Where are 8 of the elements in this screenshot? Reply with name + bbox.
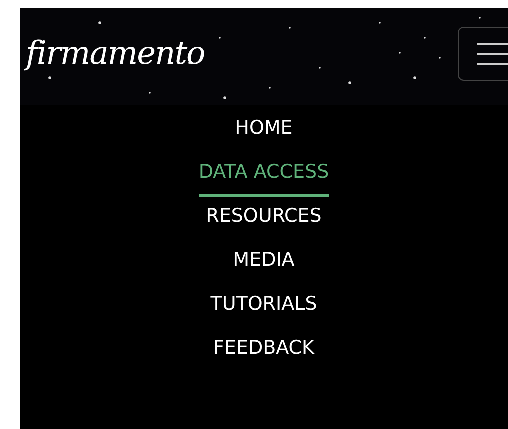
menu-icon <box>477 42 508 66</box>
menu-button[interactable] <box>458 26 508 80</box>
menu-item[interactable]: FEEDBACK <box>214 336 314 373</box>
menu-item[interactable]: DATA ACCESS <box>198 160 330 197</box>
menu-item[interactable]: MEDIA <box>233 248 295 285</box>
menu-item[interactable]: TUTORIALS <box>210 292 318 329</box>
menu-item[interactable]: RESOURCES <box>206 204 322 241</box>
menu-item[interactable]: HOME <box>235 116 293 153</box>
